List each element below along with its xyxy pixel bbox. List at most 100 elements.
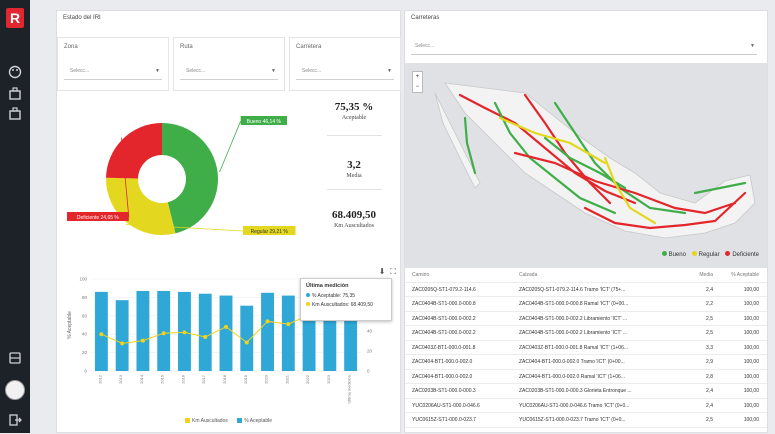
building-icon[interactable]	[7, 86, 23, 102]
line-point[interactable]	[265, 319, 270, 324]
table-row[interactable]: ZAC0403Z-BT1-000.0-001.8 ZAC0403Z-BT1-000…	[405, 341, 767, 355]
line-point[interactable]	[140, 338, 145, 343]
legend-dot	[725, 251, 731, 256]
legend-label: % Aceptable	[244, 418, 273, 424]
table-cell: 100,00	[743, 373, 759, 380]
chevron-down-icon: ▼	[387, 68, 392, 74]
column-header[interactable]: Media	[689, 272, 713, 278]
zoom-control[interactable]: + −	[412, 71, 423, 93]
line-point[interactable]	[244, 340, 249, 345]
avatar[interactable]	[5, 380, 25, 400]
table-row[interactable]: ZAC0404B-ST1-000.0-000.8 ZAC0404B-ST1-000…	[405, 297, 767, 312]
table-header: Camino Calzada Media % Aceptable	[405, 268, 767, 283]
logout-icon[interactable]	[7, 412, 23, 428]
filter-carretera: Carretera Selecc... ▼	[289, 37, 401, 91]
select-placeholder: Selecc...	[186, 68, 206, 74]
table-cell: ZAC0203B-ST1-000.0-000.3	[412, 388, 476, 394]
zona-select[interactable]: Selecc... ▼	[64, 64, 162, 80]
iri-panel: Estado del IRI Zona Selecc... ▼ Ruta Sel…	[56, 10, 401, 433]
map[interactable]	[405, 63, 767, 268]
y-tick-label: 80	[82, 295, 88, 300]
tooltip-row: Km Auscultados: 68.409,50	[306, 302, 386, 308]
table-cell: 100,00	[743, 417, 759, 423]
bar[interactable]	[94, 291, 108, 371]
y2-tick-label: 20	[367, 349, 373, 354]
table-cell: 2,5	[706, 330, 713, 336]
y2-tick-label: 40	[367, 329, 373, 334]
bar[interactable]	[157, 290, 171, 371]
bar[interactable]	[198, 293, 212, 371]
table-cell: 2,4	[706, 402, 713, 409]
line-point[interactable]	[203, 334, 208, 339]
y-tick-label: 100	[79, 277, 87, 282]
table-row[interactable]: YUC0615Z-ST1-000.0-023.7 YUC0615Z-ST1-000…	[405, 413, 767, 428]
table-cell: ZAC0203B-ST1-000.0-000.3 Glorieta Entron…	[519, 388, 632, 394]
ruta-select[interactable]: Selecc... ▼	[180, 64, 278, 80]
tooltip-text: % Aceptable: 75,35	[312, 293, 356, 299]
table-cell: ZAC0404-BT1-000.0-002.0 Ramal 'ICT' (1+0…	[519, 373, 625, 380]
x-tick-label: Ultima medición	[347, 375, 352, 403]
table-row[interactable]: ZAC0203B-ST1-000.0-000.3 ZAC0203B-ST1-000…	[405, 384, 767, 399]
table-cell: 100,00	[743, 344, 759, 351]
bar[interactable]	[219, 295, 233, 371]
palette-icon[interactable]	[7, 64, 23, 80]
grid-icon[interactable]	[7, 350, 23, 366]
chevron-down-icon: ▼	[155, 68, 160, 74]
kpi-label: Aceptable	[341, 115, 367, 121]
table-cell: ZAC0404-BT1-000.0-002.0	[412, 373, 473, 380]
fullscreen-icon[interactable]: ⛶	[390, 267, 396, 276]
bar[interactable]	[136, 290, 150, 371]
panel-title: Estado del IRI	[63, 15, 101, 21]
y-tick-label: 0	[84, 369, 87, 374]
app-root: R Estado del IRI Zona Selecc... ▼ Ruta S…	[0, 0, 775, 433]
chevron-down-icon: ▼	[271, 68, 276, 74]
kpi-value: 3,2	[347, 159, 361, 171]
x-tick-label: 2014	[139, 374, 144, 384]
chart-legend: Km Auscultados % Aceptable	[177, 418, 272, 424]
line-point[interactable]	[286, 322, 291, 327]
tooltip-row: % Aceptable: 75,35	[306, 293, 386, 299]
column-header[interactable]: % Aceptable	[717, 272, 759, 278]
kpi-divider	[327, 189, 382, 190]
table-cell: ZAC0404-BT1-000.0-002.0 Tramo 'ICT' (0+0…	[519, 359, 625, 365]
table-row[interactable]: ZAC0404B-ST1-000.0-002.2 ZAC0404B-ST1-000…	[405, 326, 767, 341]
table-cell: ZAC0404B-ST1-000.0-002.2 Libramiento 'IC…	[519, 315, 628, 322]
table-row[interactable]: ZAC0404-BT1-000.0-002.0 ZAC0404-BT1-000.0…	[405, 370, 767, 384]
kpi-value: 75,35 %	[334, 101, 374, 113]
table-row[interactable]: ZAC0404B-ST1-000.0-002.2 ZAC0404B-ST1-000…	[405, 312, 767, 326]
carretera-select[interactable]: Selecc... ▼	[296, 64, 394, 80]
line-point[interactable]	[161, 331, 166, 336]
download-icon[interactable]: ⬇	[379, 267, 386, 276]
bar[interactable]	[261, 292, 274, 371]
roads-panel: Carreteras Selecc... ▼ + − Bueno Regular…	[404, 10, 768, 433]
line-point[interactable]	[224, 324, 228, 329]
table-row[interactable]: YUC0206AU-ST1-000.0-046.6 YUC0206AU-ST1-0…	[405, 399, 767, 413]
x-tick-label: 2016	[180, 374, 185, 384]
legend-label: Bueno	[668, 252, 686, 258]
table-row[interactable]: ZAC0404-BT1-000.0-002.0 ZAC0404-BT1-000.0…	[405, 355, 767, 370]
table-cell: 3,3	[706, 344, 713, 351]
app-logo[interactable]: R	[6, 8, 24, 28]
line-point[interactable]	[120, 341, 125, 346]
road-select[interactable]: Selecc... ▼	[411, 39, 757, 55]
building-icon[interactable]	[7, 106, 23, 122]
donut-slice[interactable]	[106, 123, 162, 179]
table-cell: ZAC0404B-ST1-000.0-002.2	[412, 315, 476, 322]
y-tick-label: 60	[82, 313, 88, 318]
table-row[interactable]: ZAC0205Q-ST1-079.2-114.6 ZAC0205Q-ST1-079…	[405, 283, 767, 297]
table-cell: 100,00	[743, 330, 759, 336]
chart-toolbar: ⬇ ⛶	[374, 267, 396, 277]
kpi-label: Media	[346, 173, 362, 179]
column-header[interactable]: Camino	[412, 272, 512, 278]
column-header[interactable]: Calzada	[519, 272, 679, 278]
slice-label: Bueno 46,14 %	[247, 119, 282, 125]
bar[interactable]	[281, 295, 295, 371]
line-point[interactable]	[182, 330, 187, 335]
line-point[interactable]	[99, 332, 104, 337]
panel-title: Carreteras	[411, 15, 440, 21]
bar[interactable]	[115, 300, 129, 371]
slice-label: Deficiente 24,65 %	[77, 215, 120, 221]
table-cell: 2,4	[706, 388, 713, 394]
x-tick-label: 2022	[305, 374, 310, 384]
table-cell: 100,00	[743, 402, 759, 409]
